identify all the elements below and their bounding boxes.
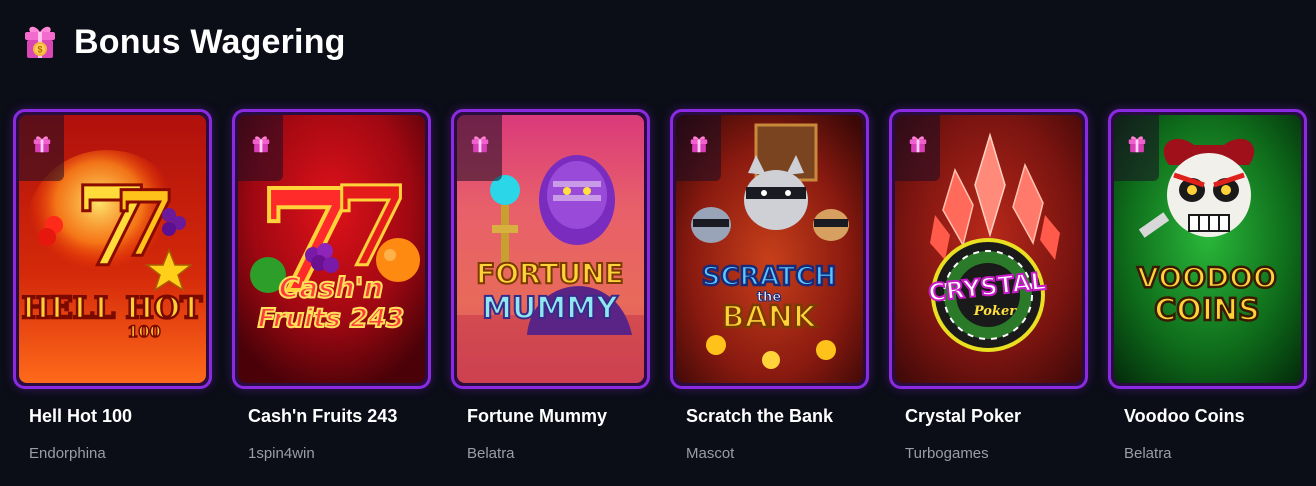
- game-provider: 1spin4win: [248, 445, 315, 462]
- gift-icon: [250, 133, 272, 155]
- game-card-fortune-mummy[interactable]: FORTUNE MUMMY Fortune Mummy Belatra: [451, 109, 650, 462]
- game-card-scratch-the-bank[interactable]: SCRATCH the BANK Scratch the Bank Mascot: [670, 109, 869, 462]
- game-card-crystal-poker[interactable]: CRYSTAL Poker Crystal Poker Turbogames: [889, 109, 1088, 462]
- game-provider: Belatra: [1124, 445, 1172, 462]
- bonus-badge: [1114, 115, 1159, 181]
- game-art: VOODOO COINS: [1114, 115, 1301, 383]
- bonus-badge: [238, 115, 283, 181]
- game-art: FORTUNE MUMMY: [457, 115, 644, 383]
- section-title: Bonus Wagering: [74, 22, 346, 61]
- game-provider: Belatra: [467, 445, 515, 462]
- bonus-badge: [19, 115, 64, 181]
- game-title[interactable]: Cash'n Fruits 243: [232, 406, 431, 427]
- game-art: CRYSTAL Poker: [895, 115, 1082, 383]
- game-title[interactable]: Voodoo Coins: [1108, 406, 1307, 427]
- bonus-badge: [895, 115, 940, 181]
- game-title[interactable]: Scratch the Bank: [670, 406, 869, 427]
- section-header: $ Bonus Wagering: [20, 20, 346, 64]
- gift-coin-icon: $: [25, 26, 55, 58]
- game-card-cashn-fruits-243[interactable]: 7 7 Cash'n Fruits 243 Cash'n Fruits 243 …: [232, 109, 431, 462]
- gift-icon: [31, 133, 53, 155]
- game-thumbnail[interactable]: 7 7 HELL HOT 100: [13, 109, 212, 389]
- game-thumbnail[interactable]: SCRATCH the BANK: [670, 109, 869, 389]
- gift-icon: [907, 133, 929, 155]
- game-art: SCRATCH the BANK: [676, 115, 863, 383]
- bonus-badge: [457, 115, 502, 181]
- game-thumbnail[interactable]: FORTUNE MUMMY: [451, 109, 650, 389]
- game-card-voodoo-coins[interactable]: VOODOO COINS Voodoo Coins Belatra: [1108, 109, 1307, 462]
- game-provider: Mascot: [686, 445, 735, 462]
- bonus-badge: [676, 115, 721, 181]
- game-art: 7 7 HELL HOT 100: [19, 115, 206, 383]
- game-thumbnail[interactable]: VOODOO COINS: [1108, 109, 1307, 389]
- game-thumbnail[interactable]: 7 7 Cash'n Fruits 243: [232, 109, 431, 389]
- svg-text:$: $: [37, 45, 42, 55]
- game-provider: Turbogames: [905, 445, 989, 462]
- game-art: 7 7 Cash'n Fruits 243: [238, 115, 425, 383]
- game-title[interactable]: Crystal Poker: [889, 406, 1088, 427]
- game-title[interactable]: Fortune Mummy: [451, 406, 650, 427]
- game-thumbnail[interactable]: CRYSTAL Poker: [889, 109, 1088, 389]
- gift-icon: [469, 133, 491, 155]
- game-card-hell-hot-100[interactable]: 7 7 HELL HOT 100 Hell Hot 100 Endorphina: [13, 109, 212, 462]
- gift-icon: [1126, 133, 1148, 155]
- game-provider: Endorphina: [29, 445, 106, 462]
- game-title[interactable]: Hell Hot 100: [13, 406, 212, 427]
- gift-icon: [688, 133, 710, 155]
- game-card-list: 7 7 HELL HOT 100 Hell Hot 100 Endorphina…: [13, 109, 1307, 462]
